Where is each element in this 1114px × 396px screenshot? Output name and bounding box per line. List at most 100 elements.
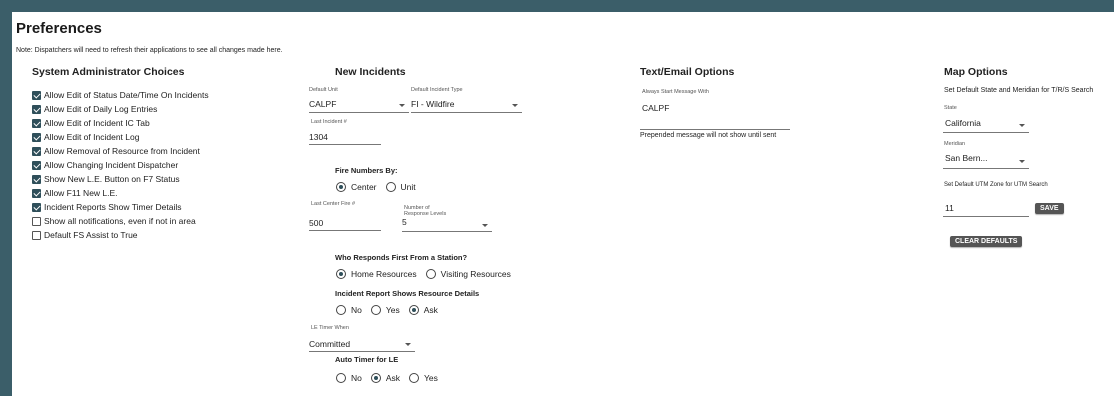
radio-label: Home Resources <box>351 269 417 279</box>
checkbox-row[interactable]: Incident Reports Show Timer Details <box>32 200 209 214</box>
response-levels-select[interactable]: 5 <box>402 217 492 232</box>
map-options-heading: Map Options <box>944 66 1008 78</box>
who-responds-label: Who Responds First From a Station? <box>335 253 468 262</box>
auto-timer-label: Auto Timer for LE <box>335 355 399 364</box>
checkbox[interactable] <box>32 202 41 212</box>
last-center-fire-label: Last Center Fire # <box>311 201 356 207</box>
checkbox-label: Allow Edit of Status Date/Time On Incide… <box>44 90 209 100</box>
checkbox[interactable] <box>32 104 41 114</box>
sysadmin-heading: System Administrator Choices <box>32 66 185 78</box>
checkbox-label: Show New L.E. Button on F7 Status <box>44 174 180 184</box>
radio-label: Yes <box>385 305 400 315</box>
radio-option-yes[interactable]: Yes <box>409 373 438 383</box>
radio-button[interactable] <box>425 269 436 279</box>
radio-button[interactable] <box>409 373 420 383</box>
checkbox-label: Incident Reports Show Timer Details <box>44 202 182 212</box>
state-select[interactable]: California <box>943 116 1029 133</box>
checkbox[interactable] <box>32 118 41 128</box>
radio-option-home[interactable]: Home Resources <box>336 269 417 279</box>
start-message-input[interactable]: CALPF <box>640 101 790 130</box>
checkbox-label: Default FS Assist to True <box>44 230 138 240</box>
chevron-down-icon <box>1019 159 1025 163</box>
checkbox-row[interactable]: Allow Changing Incident Dispatcher <box>32 158 209 172</box>
meridian-value: San Bern... <box>945 153 988 163</box>
last-center-fire-input[interactable]: 500 <box>309 214 381 231</box>
checkbox[interactable] <box>32 188 41 198</box>
new-incidents-heading: New Incidents <box>335 66 406 78</box>
radio-button[interactable] <box>408 305 419 315</box>
checkbox-row[interactable]: Allow Edit of Daily Log Entries <box>32 102 209 116</box>
prepend-hint: Prepended message will not show until se… <box>640 132 777 139</box>
radio-label: Yes <box>424 373 438 383</box>
response-levels-value: 5 <box>402 217 407 227</box>
sysadmin-column: System Administrator Choices Allow Edit … <box>32 66 209 242</box>
response-levels-label: Number of Response Levels <box>404 205 447 217</box>
checkbox-row[interactable]: Allow Edit of Incident IC Tab <box>32 116 209 130</box>
chevron-down-icon <box>399 104 405 107</box>
report-details-label: Incident Report Shows Resource Details <box>335 289 480 298</box>
radio-button[interactable] <box>385 182 396 192</box>
le-timer-value: Committed <box>309 339 351 349</box>
chevron-down-icon <box>482 224 488 227</box>
checkbox[interactable] <box>32 230 41 240</box>
radio-button[interactable] <box>336 305 346 315</box>
default-type-label: Default Incident Type <box>411 87 463 93</box>
chevron-down-icon <box>512 104 518 107</box>
radio-label: Ask <box>385 373 401 383</box>
last-incident-input[interactable]: 1304 <box>309 128 381 145</box>
radio-button[interactable] <box>336 182 346 192</box>
start-message-value: CALPF <box>642 103 670 113</box>
checkbox[interactable] <box>32 146 41 156</box>
checkbox-label: Allow Edit of Incident Log <box>44 132 140 142</box>
checkbox-label: Allow Changing Incident Dispatcher <box>44 160 179 170</box>
default-type-select[interactable]: FI - Wildfire <box>411 96 522 113</box>
radio-option-ask[interactable]: Ask <box>370 373 401 383</box>
chevron-down-icon <box>1019 124 1025 127</box>
checkbox[interactable] <box>32 90 41 100</box>
trs-subheading: Set Default State and Meridian for T/R/S… <box>944 87 1094 94</box>
radio-option-no[interactable]: No <box>336 305 362 315</box>
checkbox-row[interactable]: Allow Edit of Incident Log <box>32 130 209 144</box>
default-unit-select[interactable]: CALPF <box>309 96 409 113</box>
checkbox-row[interactable]: Default FS Assist to True <box>32 228 209 242</box>
checkbox-row[interactable]: Allow F11 New L.E. <box>32 186 209 200</box>
le-timer-label: LE Timer When <box>311 325 349 331</box>
radio-option-ask[interactable]: Ask <box>408 305 438 315</box>
meridian-label: Meridian <box>944 141 966 147</box>
checkbox[interactable] <box>32 132 41 142</box>
radio-label: Center <box>351 182 377 192</box>
checkbox-row[interactable]: Allow Edit of Status Date/Time On Incide… <box>32 88 209 102</box>
last-incident-value: 1304 <box>309 132 328 142</box>
radio-option-visiting[interactable]: Visiting Resources <box>425 269 511 279</box>
report-details-radio-group: No Yes Ask <box>336 305 447 315</box>
checkbox-row[interactable]: Show all notifications, even if not in a… <box>32 214 209 228</box>
radio-option-unit[interactable]: Unit <box>385 182 416 192</box>
radio-label: No <box>351 373 362 383</box>
checkbox[interactable] <box>32 174 41 184</box>
utm-zone-input[interactable]: 11 <box>943 201 1029 217</box>
checkbox-label: Allow Removal of Resource from Incident <box>44 146 200 156</box>
auto-timer-radio-group: No Ask Yes <box>336 373 447 383</box>
checkbox-label: Allow Edit of Daily Log Entries <box>44 104 158 114</box>
checkbox[interactable] <box>32 160 41 170</box>
radio-option-center[interactable]: Center <box>336 182 377 192</box>
utm-label: Set Default UTM Zone for UTM Search <box>944 182 1048 188</box>
radio-button[interactable] <box>336 269 346 279</box>
preferences-panel: Preferences Note: Dispatchers will need … <box>12 12 1114 396</box>
checkbox-row[interactable]: Show New L.E. Button on F7 Status <box>32 172 209 186</box>
radio-button[interactable] <box>370 305 381 315</box>
radio-button[interactable] <box>336 373 346 383</box>
radio-option-yes[interactable]: Yes <box>370 305 400 315</box>
checkbox[interactable] <box>32 216 41 226</box>
meridian-select[interactable]: San Bern... <box>943 151 1029 169</box>
checkbox-row[interactable]: Allow Removal of Resource from Incident <box>32 144 209 158</box>
radio-button[interactable] <box>370 373 381 383</box>
radio-label: Visiting Resources <box>440 269 511 279</box>
le-timer-select[interactable]: Committed <box>309 335 415 352</box>
radio-label: Unit <box>400 182 416 192</box>
last-center-fire-value: 500 <box>309 218 324 228</box>
checkbox-label: Allow F11 New L.E. <box>44 188 118 198</box>
save-button[interactable]: SAVE <box>1035 203 1064 214</box>
radio-option-no[interactable]: No <box>336 373 362 383</box>
clear-defaults-button[interactable]: CLEAR DEFAULTS <box>950 236 1023 247</box>
